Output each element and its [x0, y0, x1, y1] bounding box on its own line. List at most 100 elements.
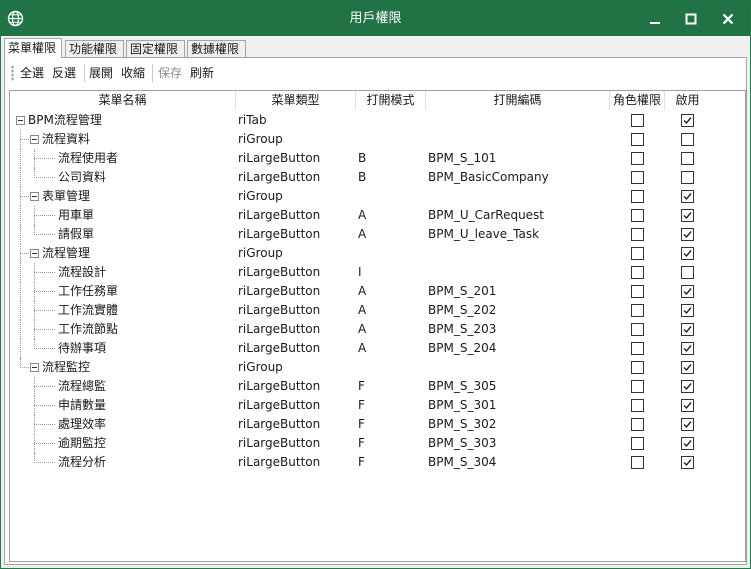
enabled-checkbox[interactable]: [681, 133, 694, 146]
table-row[interactable]: 處理效率 riLargeButton F BPM_S_302: [10, 415, 745, 434]
toolbar-grip[interactable]: [11, 65, 14, 81]
enabled-checkbox[interactable]: [681, 380, 694, 393]
tree-node[interactable]: 請假單: [10, 225, 236, 244]
close-button[interactable]: [709, 1, 747, 36]
tree-node[interactable]: 待辦事項: [10, 339, 236, 358]
maximize-button[interactable]: [672, 1, 710, 36]
role-permission-checkbox[interactable]: [631, 418, 644, 431]
tree-node[interactable]: 流程總監: [10, 377, 236, 396]
role-permission-checkbox[interactable]: [631, 399, 644, 412]
enabled-checkbox[interactable]: [681, 456, 694, 469]
column-header-role[interactable]: 角色權限: [610, 91, 665, 110]
collapse-toggle-icon[interactable]: [30, 249, 39, 258]
column-header-mode[interactable]: 打開模式: [356, 91, 426, 110]
role-permission-checkbox[interactable]: [631, 342, 644, 355]
tab-data-permissions[interactable]: 數據權限: [187, 40, 246, 57]
table-row[interactable]: 工作流實體 riLargeButton A BPM_S_202: [10, 301, 745, 320]
enabled-checkbox[interactable]: [681, 399, 694, 412]
role-permission-checkbox[interactable]: [631, 323, 644, 336]
table-row[interactable]: 申請數量 riLargeButton F BPM_S_301: [10, 396, 745, 415]
table-row[interactable]: 流程資料 riGroup: [10, 130, 745, 149]
table-row[interactable]: 工作流節點 riLargeButton A BPM_S_203: [10, 320, 745, 339]
tree-node[interactable]: 申請數量: [10, 396, 236, 415]
tree-node[interactable]: BPM流程管理: [10, 111, 236, 130]
table-row[interactable]: 公司資料 riLargeButton B BPM_BasicCompany: [10, 168, 745, 187]
tab-function-permissions[interactable]: 功能權限: [65, 40, 124, 57]
minimize-button[interactable]: [636, 1, 674, 36]
tab-menu-permissions[interactable]: 菜單權限: [4, 38, 62, 58]
role-permission-checkbox[interactable]: [631, 133, 644, 146]
role-permission-checkbox[interactable]: [631, 247, 644, 260]
tree-node[interactable]: 逾期監控: [10, 434, 236, 453]
enabled-checkbox[interactable]: [681, 342, 694, 355]
enabled-checkbox[interactable]: [681, 190, 694, 203]
table-row[interactable]: 逾期監控 riLargeButton F BPM_S_303: [10, 434, 745, 453]
role-permission-checkbox[interactable]: [631, 228, 644, 241]
table-row[interactable]: 請假單 riLargeButton A BPM_U_leave_Task: [10, 225, 745, 244]
enabled-checkbox[interactable]: [681, 418, 694, 431]
collapse-toggle-icon[interactable]: [30, 135, 39, 144]
table-row[interactable]: 表單管理 riGroup: [10, 187, 745, 206]
table-row[interactable]: 流程總監 riLargeButton F BPM_S_305: [10, 377, 745, 396]
column-header-name[interactable]: 菜單名稱: [10, 91, 236, 110]
collapse-toggle-icon[interactable]: [30, 363, 39, 372]
table-row[interactable]: BPM流程管理 riTab: [10, 111, 745, 130]
tree-node[interactable]: 流程管理: [10, 244, 236, 263]
collapse-toggle-icon[interactable]: [30, 192, 39, 201]
enabled-checkbox[interactable]: [681, 266, 694, 279]
table-row[interactable]: 流程監控 riGroup: [10, 358, 745, 377]
role-permission-checkbox[interactable]: [631, 285, 644, 298]
column-header-enabled[interactable]: 啟用: [665, 91, 710, 110]
table-row[interactable]: 用車單 riLargeButton A BPM_U_CarRequest: [10, 206, 745, 225]
role-permission-checkbox[interactable]: [631, 266, 644, 279]
tree-node[interactable]: 工作任務單: [10, 282, 236, 301]
save-button[interactable]: 保存: [158, 64, 182, 82]
table-row[interactable]: 工作任務單 riLargeButton A BPM_S_201: [10, 282, 745, 301]
tree-node[interactable]: 流程分析: [10, 453, 236, 472]
table-row[interactable]: 流程分析 riLargeButton F BPM_S_304: [10, 453, 745, 472]
tree-node[interactable]: 工作流實體: [10, 301, 236, 320]
refresh-button[interactable]: 刷新: [190, 64, 214, 82]
tree-node[interactable]: 處理效率: [10, 415, 236, 434]
table-row[interactable]: 流程管理 riGroup: [10, 244, 745, 263]
role-permission-checkbox[interactable]: [631, 171, 644, 184]
column-header-code[interactable]: 打開編碼: [426, 91, 610, 110]
collapse-button[interactable]: 收縮: [121, 64, 145, 82]
tree-node[interactable]: 流程使用者: [10, 149, 236, 168]
enabled-checkbox[interactable]: [681, 228, 694, 241]
role-permission-checkbox[interactable]: [631, 456, 644, 469]
enabled-checkbox[interactable]: [681, 152, 694, 165]
enabled-checkbox[interactable]: [681, 304, 694, 317]
enabled-checkbox[interactable]: [681, 323, 694, 336]
enabled-checkbox[interactable]: [681, 209, 694, 222]
enabled-checkbox[interactable]: [681, 171, 694, 184]
invert-selection-button[interactable]: 反選: [52, 64, 76, 82]
tree-node[interactable]: 公司資料: [10, 168, 236, 187]
tree-node[interactable]: 流程資料: [10, 130, 236, 149]
enabled-checkbox[interactable]: [681, 285, 694, 298]
expand-button[interactable]: 展開: [89, 64, 113, 82]
role-permission-checkbox[interactable]: [631, 437, 644, 450]
table-row[interactable]: 流程使用者 riLargeButton B BPM_S_101: [10, 149, 745, 168]
tree-node[interactable]: 流程設計: [10, 263, 236, 282]
role-permission-checkbox[interactable]: [631, 152, 644, 165]
enabled-checkbox[interactable]: [681, 361, 694, 374]
enabled-checkbox[interactable]: [681, 114, 694, 127]
tree-node[interactable]: 流程監控: [10, 358, 236, 377]
tree-node[interactable]: 工作流節點: [10, 320, 236, 339]
role-permission-checkbox[interactable]: [631, 304, 644, 317]
collapse-toggle-icon[interactable]: [16, 116, 25, 125]
select-all-button[interactable]: 全選: [20, 64, 44, 82]
column-header-type[interactable]: 菜單類型: [236, 91, 356, 110]
tree-node[interactable]: 用車單: [10, 206, 236, 225]
role-permission-checkbox[interactable]: [631, 114, 644, 127]
role-permission-checkbox[interactable]: [631, 209, 644, 222]
table-row[interactable]: 待辦事項 riLargeButton A BPM_S_204: [10, 339, 745, 358]
role-permission-checkbox[interactable]: [631, 361, 644, 374]
table-row[interactable]: 流程設計 riLargeButton I: [10, 263, 745, 282]
enabled-checkbox[interactable]: [681, 437, 694, 450]
role-permission-checkbox[interactable]: [631, 380, 644, 393]
tree-node[interactable]: 表單管理: [10, 187, 236, 206]
role-permission-checkbox[interactable]: [631, 190, 644, 203]
tab-fixed-permissions[interactable]: 固定權限: [126, 40, 185, 57]
